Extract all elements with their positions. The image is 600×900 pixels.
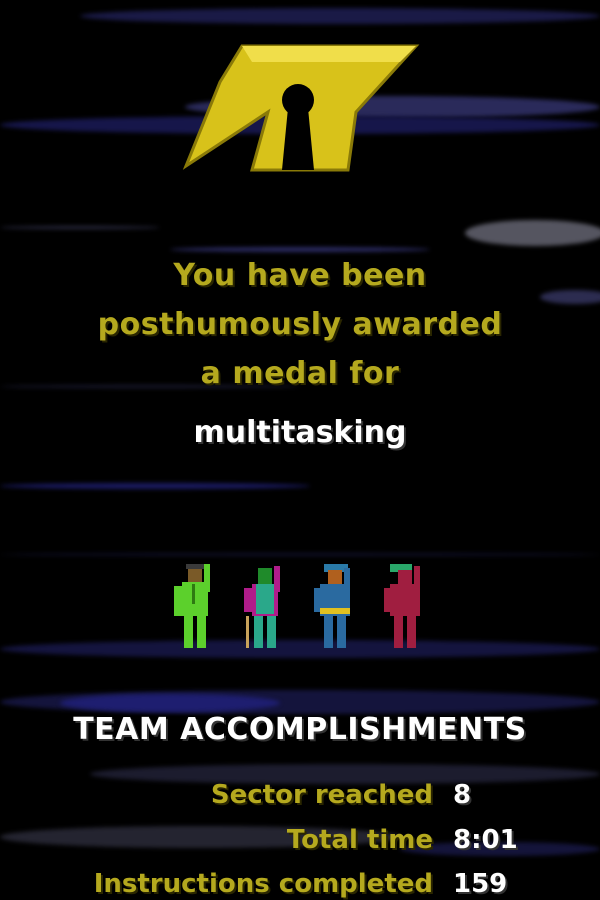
stat-label-sector: Sector reached [210, 780, 433, 810]
crew-member-blue-icon [314, 564, 350, 648]
stat-label-instructions: Instructions completed [93, 869, 433, 899]
stat-label-total-time: Total time [286, 825, 433, 855]
crew-member-red-icon [384, 564, 420, 648]
award-text-line: You have been [173, 258, 427, 293]
stat-value-total-time: 8:01 [453, 825, 518, 855]
crew-member-purple-icon [244, 566, 280, 648]
award-text-line: posthumously awarded [97, 307, 503, 342]
game-over-screen: You have been posthumously awarded a med… [0, 0, 600, 900]
award-text-line: a medal for [200, 356, 400, 391]
medal-reason: multitasking [193, 415, 407, 450]
stat-value-sector: 8 [453, 780, 472, 810]
keyhole-emblem-icon [182, 44, 420, 172]
team-accomplishments-title: TEAM ACCOMPLISHMENTS [73, 712, 527, 747]
stat-value-instructions: 159 [453, 869, 508, 899]
crew-member-green-icon [174, 564, 210, 648]
